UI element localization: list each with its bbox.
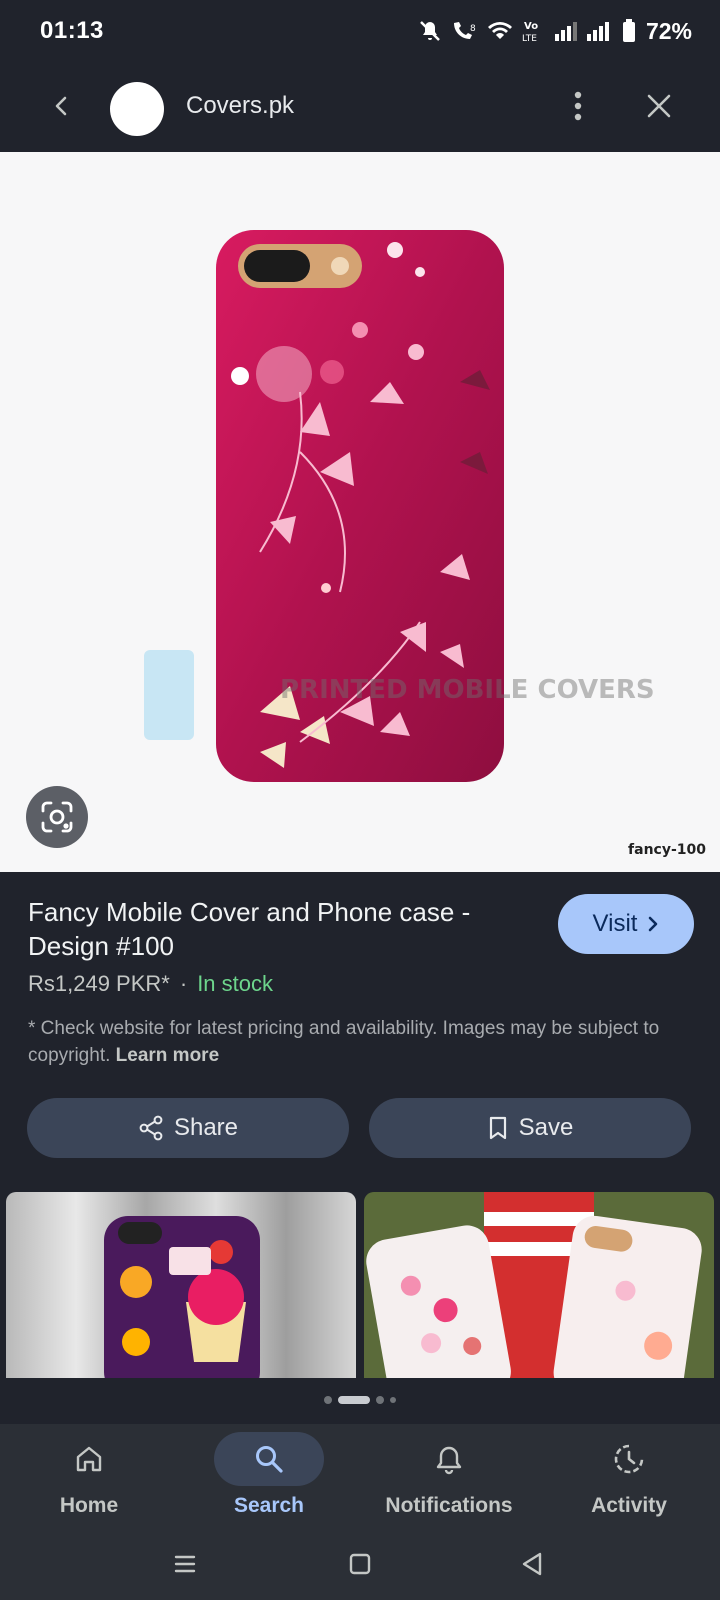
chevron-right-icon	[649, 916, 658, 932]
signal-icon-1	[554, 22, 577, 41]
related-image-2[interactable]	[364, 1192, 714, 1378]
site-name[interactable]: Covers.pk	[186, 92, 294, 120]
status-bar: 01:13 8 Vo LTE 72%	[0, 0, 720, 62]
related-image-1[interactable]	[6, 1192, 356, 1378]
system-navigation-bar	[0, 1524, 720, 1600]
price-row: Rs1,249 PKR* · In stock	[28, 971, 273, 997]
home-icon	[76, 1446, 102, 1472]
cupcake-case-thumbnail	[104, 1216, 260, 1378]
back-system-button[interactable]	[512, 1544, 552, 1584]
nav-search-label: Search	[233, 1494, 305, 1517]
site-logo[interactable]	[110, 82, 164, 136]
search-icon	[256, 1446, 283, 1473]
product-title: Fancy Mobile Cover and Phone case - Desi…	[28, 897, 471, 961]
status-time: 01:13	[40, 17, 104, 44]
mute-icon	[420, 21, 440, 41]
visit-button[interactable]: Visit	[558, 894, 694, 954]
page-indicator	[0, 1394, 720, 1406]
page-dot-active	[338, 1396, 370, 1404]
battery-percent: 72%	[645, 17, 692, 44]
nav-notifications[interactable]: Notifications	[364, 1424, 534, 1524]
share-label: Share	[173, 1114, 239, 1141]
volte-icon: Vo LTE	[522, 21, 538, 44]
floral-cases-thumbnail	[364, 1192, 714, 1378]
nav-activity-label: Activity	[591, 1494, 667, 1517]
more-vert-icon	[574, 91, 582, 121]
nav-activity[interactable]: Activity	[544, 1424, 714, 1524]
wifi-icon	[487, 22, 512, 39]
close-icon	[647, 94, 671, 118]
wifi-call-icon: 8	[453, 22, 476, 39]
phone-case-illustration: PRINTED MOBILE COVERS	[144, 230, 655, 782]
learn-more-link[interactable]: Learn more	[116, 1045, 219, 1066]
back-arrow-icon	[55, 96, 67, 116]
watermark-text: PRINTED MOBILE COVERS	[280, 675, 655, 705]
page-dot	[376, 1396, 384, 1404]
bottom-navigation: Home Search Notifications Activity	[0, 1424, 720, 1524]
image-caption: fancy-100	[628, 842, 706, 858]
triangle-back-icon	[522, 1552, 542, 1576]
disclaimer: * Check website for latest pricing and a…	[28, 1015, 698, 1069]
bookmark-icon	[489, 1116, 506, 1140]
google-lens-button[interactable]	[26, 786, 88, 848]
nav-home-label: Home	[59, 1494, 119, 1517]
bell-icon	[436, 1446, 462, 1475]
visit-label: Visit	[592, 910, 638, 937]
signal-icon-2	[586, 22, 609, 41]
save-label: Save	[518, 1114, 574, 1141]
save-button[interactable]: Save	[369, 1098, 691, 1158]
nav-home[interactable]: Home	[4, 1424, 174, 1524]
battery-icon	[622, 19, 635, 42]
svg-text:8: 8	[470, 24, 476, 34]
product-price: Rs1,249 PKR*	[28, 971, 170, 996]
status-icons: 8 Vo LTE 72%	[418, 14, 692, 48]
home-system-button[interactable]	[340, 1544, 380, 1584]
product-image[interactable]: PRINTED MOBILE COVERS fancy-100	[0, 152, 720, 872]
share-icon	[139, 1115, 163, 1141]
page-dot	[390, 1397, 396, 1403]
nav-notifications-label: Notifications	[385, 1494, 513, 1517]
nav-search[interactable]: Search	[184, 1424, 354, 1524]
svg-text:Vo: Vo	[524, 21, 538, 32]
activity-icon	[614, 1444, 644, 1474]
stock-status: In stock	[197, 971, 273, 996]
back-button[interactable]	[38, 82, 86, 130]
square-home-icon	[349, 1553, 371, 1575]
top-bar: Covers.pk	[0, 62, 720, 152]
page-dot	[324, 1396, 332, 1404]
share-button[interactable]: Share	[27, 1098, 349, 1158]
recent-apps-button[interactable]	[165, 1544, 205, 1584]
more-options-button[interactable]	[554, 82, 602, 130]
close-button[interactable]	[635, 82, 683, 130]
recents-icon	[174, 1555, 196, 1573]
lens-icon	[41, 801, 73, 833]
svg-text:LTE: LTE	[522, 34, 537, 44]
separator-dot: ·	[179, 971, 188, 996]
